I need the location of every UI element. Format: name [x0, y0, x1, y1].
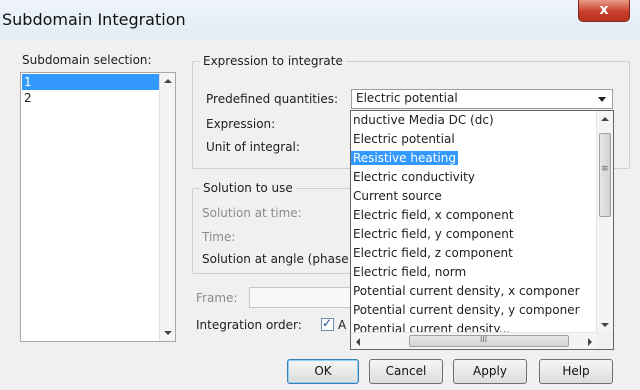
subdomain-list[interactable]: 1 2 [20, 72, 176, 342]
scroll-up-icon[interactable] [164, 79, 172, 83]
integration-order-label: Integration order: [196, 318, 302, 332]
scroll-thumb[interactable]: ≡ [599, 133, 611, 217]
cancel-button[interactable]: Cancel [369, 359, 443, 384]
subdomain-selection-label: Subdomain selection: [22, 53, 152, 67]
horizontal-scroll-thumb[interactable]: III [409, 335, 569, 347]
dialog-window: Subdomain Integration x Subdomain select… [0, 0, 640, 390]
title-bar: Subdomain Integration x [0, 0, 640, 40]
dropdown-item[interactable]: Electric field, y component [351, 225, 597, 244]
solution-at-time-label: Solution at time: [202, 206, 302, 220]
dropdown-item[interactable]: Potential current density, y componer [351, 301, 597, 320]
subdomain-item-2[interactable]: 2 [22, 90, 160, 106]
grip-icon: III [480, 335, 488, 344]
help-button[interactable]: Help [539, 359, 613, 384]
dropdown-item[interactable]: nductive Media DC (dc) [351, 111, 597, 130]
dropdown-item[interactable]: Electric field, z component [351, 244, 597, 263]
ok-button[interactable]: OK [287, 359, 359, 384]
scroll-up-icon[interactable] [601, 117, 609, 121]
predefined-quantities-dropdown[interactable]: nductive Media DC (dc) Electric potentia… [350, 110, 614, 350]
expression-label: Expression: [206, 117, 276, 131]
window-title: Subdomain Integration [2, 10, 186, 29]
frame-select[interactable] [249, 287, 359, 308]
scroll-left-icon[interactable] [356, 338, 360, 346]
scroll-right-icon[interactable] [588, 338, 592, 346]
dropdown-item[interactable]: Potential current density, x componer [351, 282, 597, 301]
subdomain-scrollbar[interactable] [159, 73, 175, 341]
dropdown-item[interactable]: Electric field, x component [351, 206, 597, 225]
predefined-quantities-value: Electric potential [356, 91, 458, 105]
chevron-down-icon[interactable] [598, 97, 606, 102]
predefined-quantities-select[interactable]: Electric potential [351, 89, 613, 109]
close-button[interactable]: x [578, 0, 630, 22]
dropdown-vertical-scrollbar[interactable]: ≡ [596, 111, 613, 333]
scrollbar-corner [596, 332, 613, 349]
check-icon: ✓ [322, 316, 333, 330]
integration-order-checkbox-label: A [338, 318, 347, 332]
frame-label: Frame: [196, 291, 238, 305]
dropdown-item-highlighted[interactable]: Resistive heating [351, 149, 597, 168]
predefined-quantities-label: Predefined quantities: [206, 92, 338, 106]
integration-order-checkbox[interactable]: ✓ [321, 316, 334, 331]
unit-of-integral-label: Unit of integral: [206, 140, 300, 154]
close-icon: x [599, 2, 609, 18]
scroll-down-icon[interactable] [164, 331, 172, 335]
dropdown-item[interactable]: Electric potential [351, 130, 597, 149]
grip-icon: ≡ [601, 164, 609, 174]
dropdown-item[interactable]: Current source [351, 187, 597, 206]
scroll-down-icon[interactable] [601, 323, 609, 327]
apply-button[interactable]: Apply [453, 359, 527, 384]
time-label: Time: [202, 230, 236, 244]
dropdown-horizontal-scrollbar[interactable]: III [351, 332, 597, 349]
solution-group-title: Solution to use [200, 181, 296, 195]
dropdown-item[interactable]: Electric conductivity [351, 168, 597, 187]
subdomain-item-1[interactable]: 1 [22, 74, 160, 90]
solution-at-angle-label: Solution at angle (phase [202, 252, 349, 266]
expression-group-title: Expression to integrate [200, 54, 346, 68]
dropdown-item[interactable]: Electric field, norm [351, 263, 597, 282]
